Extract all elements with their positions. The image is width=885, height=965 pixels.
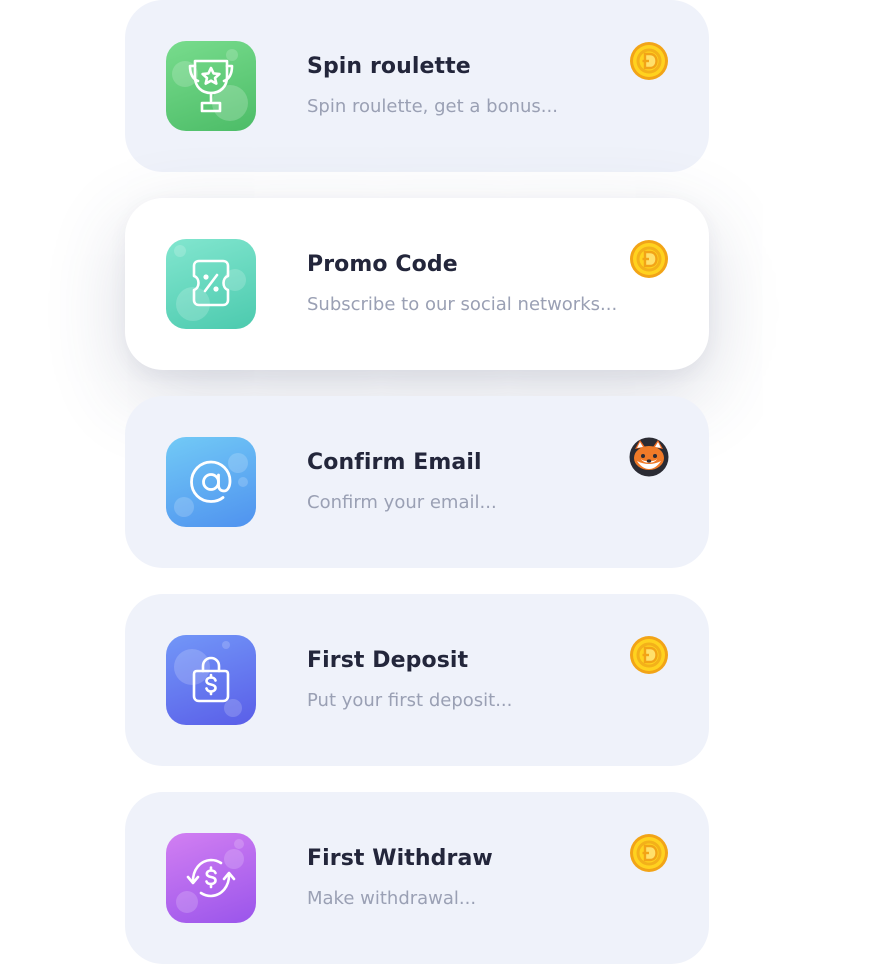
task-subtitle: Make withdrawal... bbox=[307, 888, 477, 909]
task-title: Confirm Email bbox=[307, 450, 482, 475]
dollar-exchange-icon bbox=[186, 858, 236, 898]
at-sign-icon-tile bbox=[166, 437, 256, 527]
doge-coin-icon bbox=[629, 833, 669, 873]
trophy-icon bbox=[188, 59, 234, 113]
task-subtitle: Put your first deposit... bbox=[307, 690, 513, 711]
task-subtitle: Confirm your email... bbox=[307, 492, 497, 513]
doge-coin-icon bbox=[629, 41, 669, 81]
task-title: Spin roulette bbox=[307, 54, 471, 79]
task-card-first-withdraw[interactable]: First Withdraw Make withdrawal... bbox=[125, 792, 709, 964]
trophy-icon-tile bbox=[166, 41, 256, 131]
task-title: First Withdraw bbox=[307, 846, 493, 871]
doge-coin-icon bbox=[629, 635, 669, 675]
task-title: Promo Code bbox=[307, 252, 458, 277]
doge-coin-icon bbox=[629, 239, 669, 279]
task-title: First Deposit bbox=[307, 648, 469, 673]
task-card-spin-roulette[interactable]: Spin roulette Spin roulette, get a bonus… bbox=[125, 0, 709, 172]
task-list: Spin roulette Spin roulette, get a bonus… bbox=[0, 0, 885, 965]
money-bag-icon bbox=[192, 656, 230, 703]
ticket-percent-icon-tile bbox=[166, 239, 256, 329]
task-card-promo-code[interactable]: Promo Code Subscribe to our social netwo… bbox=[125, 198, 709, 370]
dollar-exchange-icon-tile bbox=[166, 833, 256, 923]
task-subtitle: Subscribe to our social networks... bbox=[307, 294, 618, 315]
at-sign-icon bbox=[190, 460, 232, 503]
ticket-percent-icon bbox=[192, 259, 230, 307]
money-bag-icon-tile bbox=[166, 635, 256, 725]
task-card-confirm-email[interactable]: Confirm Email Confirm your email... bbox=[125, 396, 709, 568]
task-card-first-deposit[interactable]: First Deposit Put your first deposit... bbox=[125, 594, 709, 766]
task-subtitle: Spin roulette, get a bonus... bbox=[307, 96, 558, 117]
shiba-token-icon bbox=[629, 437, 669, 477]
